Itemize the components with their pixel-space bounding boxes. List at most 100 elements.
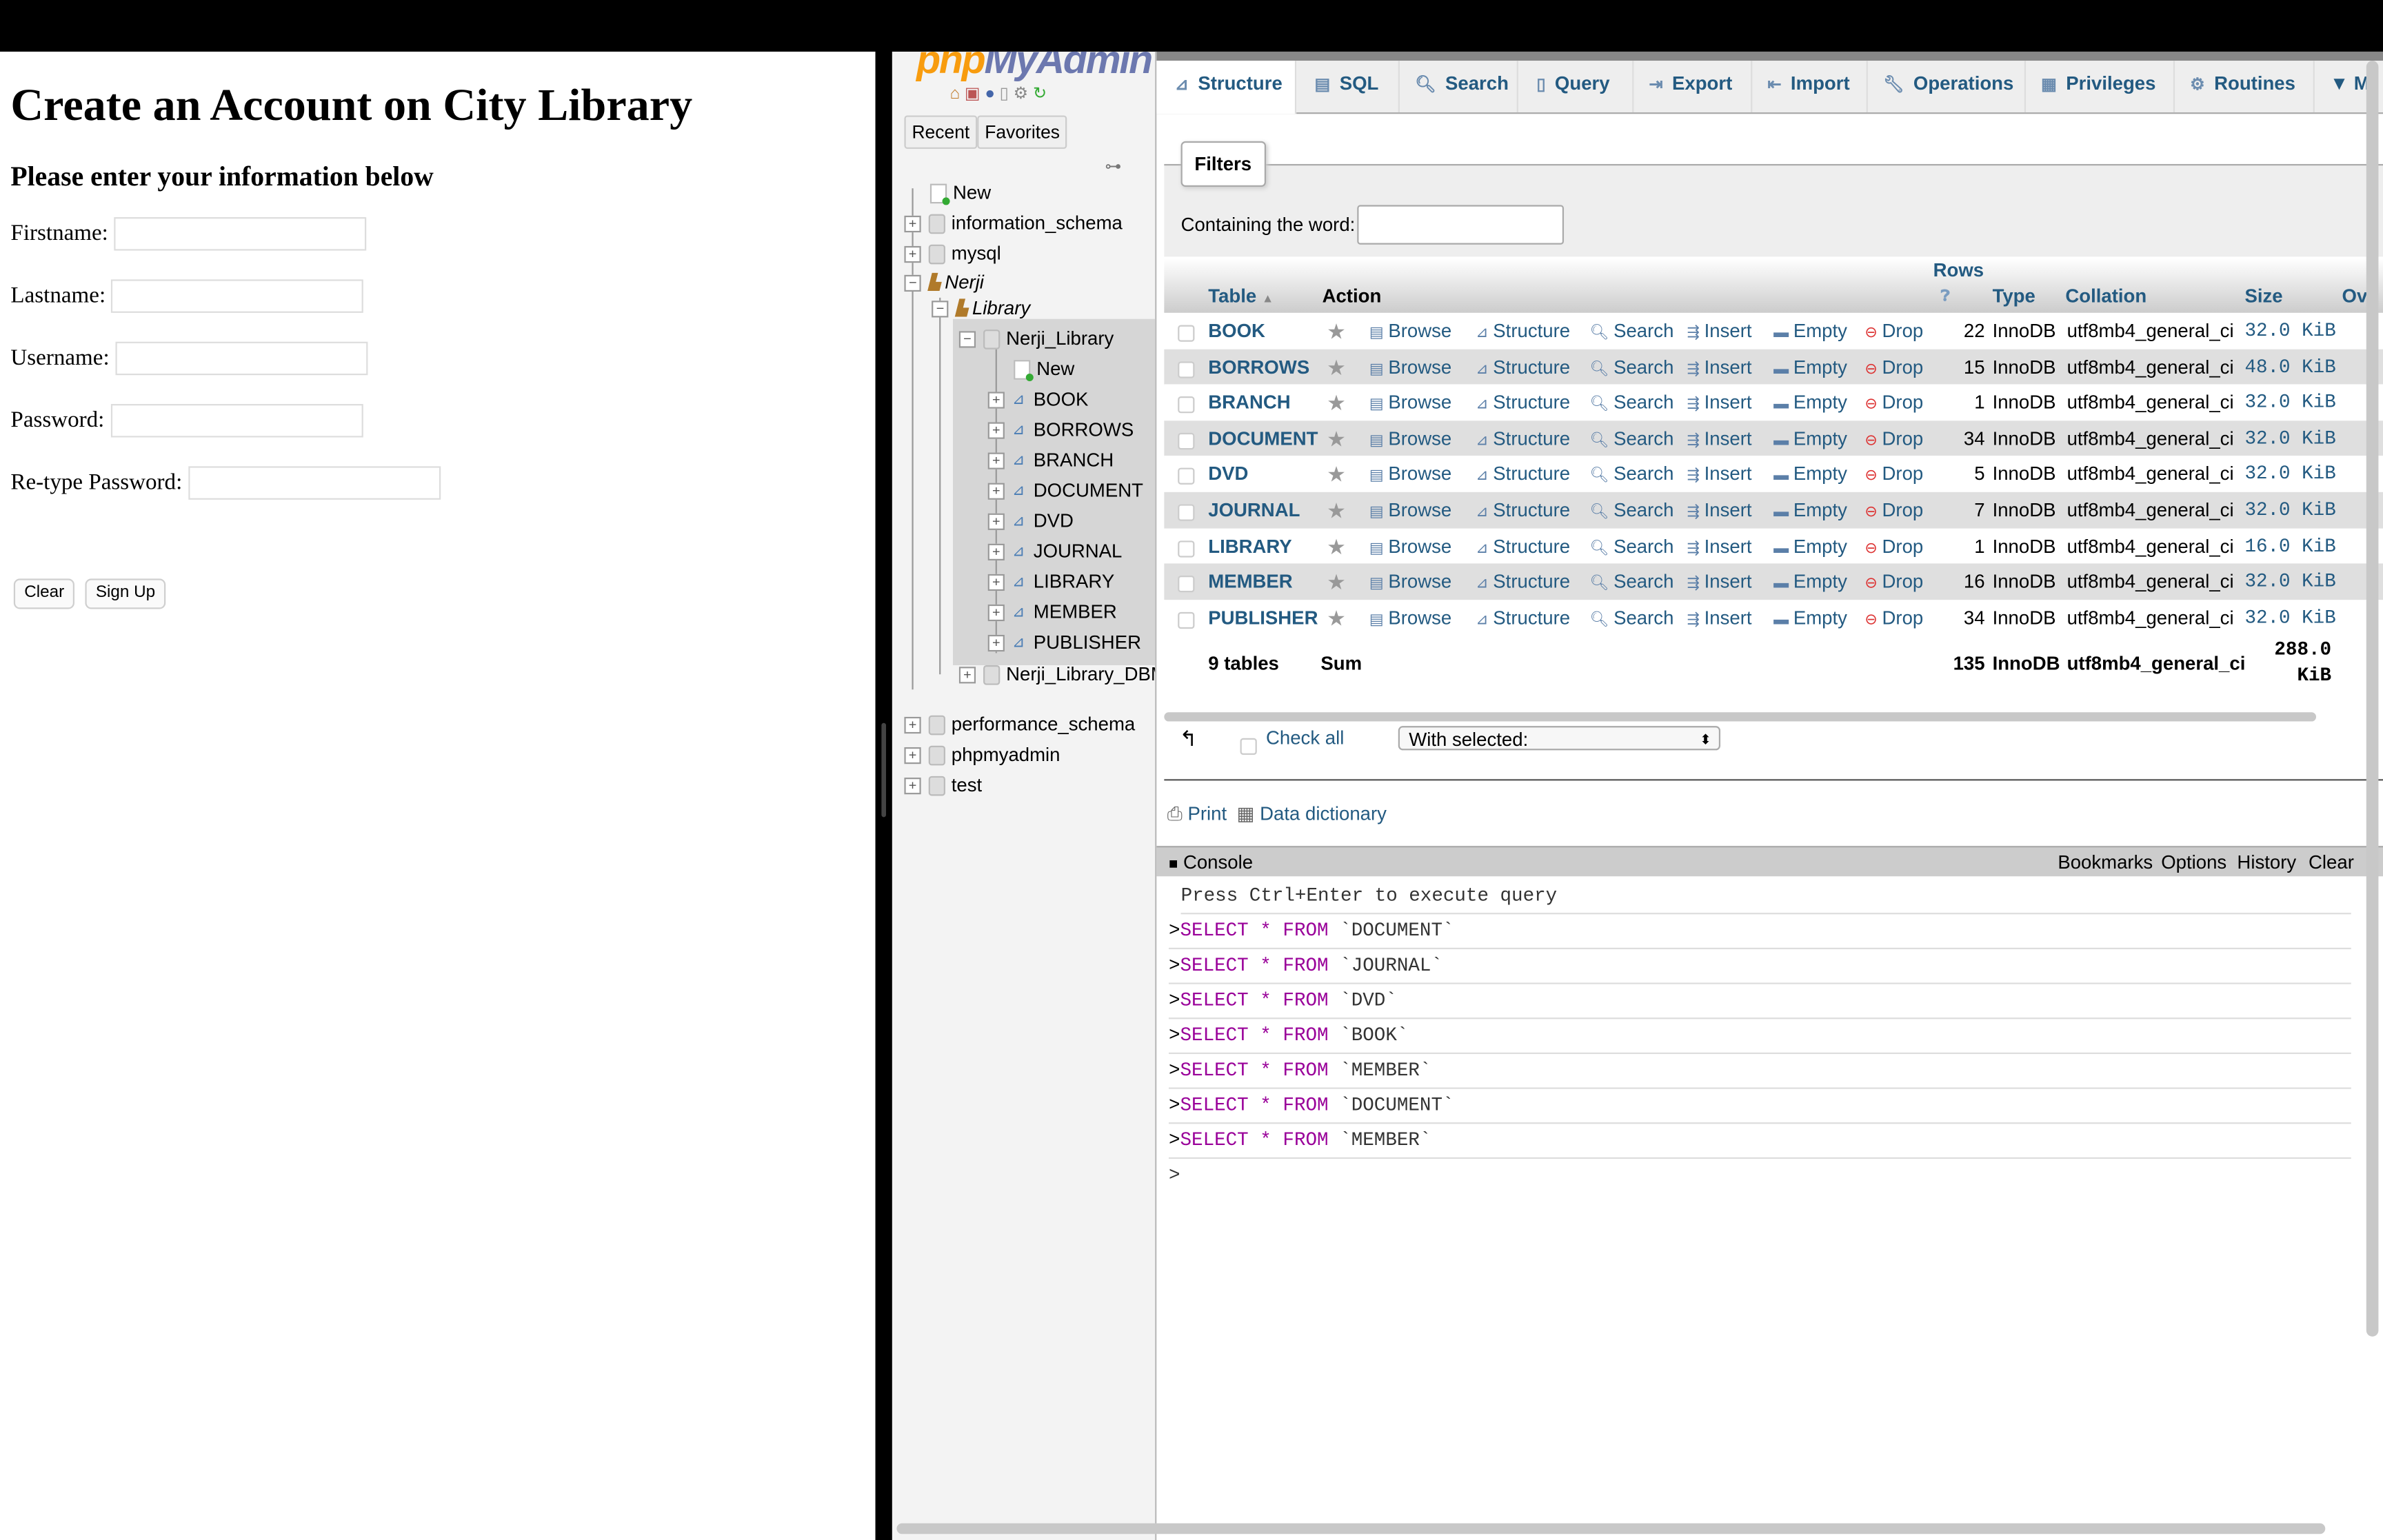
empty-action[interactable]: ▬ Empty xyxy=(1773,600,1847,636)
tree-item-nerji[interactable]: − ▙ Nerji xyxy=(904,269,984,297)
drop-action[interactable]: ⊖ Drop xyxy=(1864,421,1923,457)
structure-action[interactable]: ⊿ Structure xyxy=(1476,564,1570,600)
favorite-star-icon[interactable]: ★ xyxy=(1327,456,1346,493)
row-checkbox[interactable] xyxy=(1178,396,1195,414)
check-all-checkbox[interactable] xyxy=(1240,738,1257,755)
drop-action[interactable]: ⊖ Drop xyxy=(1864,313,1923,349)
expand-icon[interactable]: + xyxy=(987,605,1005,622)
table-size[interactable]: 32.0 KiB xyxy=(2244,385,2335,421)
divider-grip[interactable] xyxy=(881,722,886,818)
search-action[interactable]: 🔍︎ Search xyxy=(1589,528,1673,565)
settings-gear-icon[interactable]: ⚙ xyxy=(1014,85,1029,103)
table-name-link[interactable]: MEMBER xyxy=(1208,564,1292,600)
rows-info-icon[interactable]: ❓︎ xyxy=(1941,289,1950,305)
expand-icon[interactable]: + xyxy=(987,574,1005,591)
tree-item-table[interactable]: + ⊿ DOCUMENT xyxy=(987,477,1143,505)
insert-action[interactable]: ⇶ Insert xyxy=(1687,600,1752,636)
browse-action[interactable]: ▤ Browse xyxy=(1369,313,1451,349)
tree-item-table[interactable]: + ⊿ BOOK xyxy=(987,386,1088,414)
table-name-link[interactable]: JOURNAL xyxy=(1208,492,1300,529)
console-query[interactable]: >SELECT * FROM `DOCUMENT` xyxy=(1168,914,2351,950)
password-input[interactable] xyxy=(110,404,363,438)
browse-action[interactable]: ▤ Browse xyxy=(1369,456,1451,493)
tab-routines[interactable]: ⚙ Routines xyxy=(2175,61,2315,113)
console-query[interactable]: >SELECT * FROM `JOURNAL` xyxy=(1168,949,2351,984)
row-checkbox[interactable] xyxy=(1178,432,1195,449)
search-action[interactable]: 🔍︎ Search xyxy=(1589,600,1673,636)
recent-tab[interactable]: Recent xyxy=(904,115,978,149)
structure-action[interactable]: ⊿ Structure xyxy=(1476,313,1570,349)
table-name-link[interactable]: LIBRARY xyxy=(1208,528,1291,565)
tree-item-table[interactable]: + ⊿ PUBLISHER xyxy=(987,629,1141,656)
insert-action[interactable]: ⇶ Insert xyxy=(1687,421,1752,457)
expand-icon[interactable]: + xyxy=(904,246,921,263)
expand-icon[interactable]: + xyxy=(987,483,1005,500)
console-query[interactable]: >SELECT * FROM `MEMBER` xyxy=(1168,1054,2351,1089)
vertical-scrollbar[interactable] xyxy=(2366,61,2379,1337)
header-type[interactable]: Type xyxy=(1993,285,2035,307)
filter-input[interactable] xyxy=(1357,205,1565,245)
horizontal-scrollbar[interactable] xyxy=(1164,712,2317,722)
expand-icon[interactable]: + xyxy=(987,392,1005,409)
table-size[interactable]: 32.0 KiB xyxy=(2244,456,2335,493)
favorite-star-icon[interactable]: ★ xyxy=(1327,313,1346,349)
tree-item-information-schema[interactable]: + information_schema xyxy=(904,210,1123,237)
row-checkbox[interactable] xyxy=(1178,576,1195,593)
structure-action[interactable]: ⊿ Structure xyxy=(1476,349,1570,385)
browse-action[interactable]: ▤ Browse xyxy=(1369,349,1451,385)
expand-icon[interactable]: + xyxy=(904,717,921,734)
tab-import[interactable]: ⇤ Import xyxy=(1752,61,1868,113)
firstname-input[interactable] xyxy=(114,217,367,251)
favorites-tab[interactable]: Favorites xyxy=(977,115,1068,149)
table-name-link[interactable]: BOOK xyxy=(1208,313,1265,349)
tab-sql[interactable]: ▤ SQL xyxy=(1296,61,1400,113)
empty-action[interactable]: ▬ Empty xyxy=(1773,456,1847,493)
insert-action[interactable]: ⇶ Insert xyxy=(1687,528,1752,565)
tree-item-phpmyadmin[interactable]: + phpmyadmin xyxy=(904,741,1060,769)
username-input[interactable] xyxy=(115,341,368,376)
expand-icon[interactable]: + xyxy=(904,747,921,764)
insert-action[interactable]: ⇶ Insert xyxy=(1687,492,1752,529)
bottom-scrollbar[interactable] xyxy=(896,1523,2326,1534)
table-name-link[interactable]: BORROWS xyxy=(1208,349,1309,385)
search-action[interactable]: 🔍︎ Search xyxy=(1589,385,1673,421)
insert-action[interactable]: ⇶ Insert xyxy=(1687,385,1752,421)
retype-password-input[interactable] xyxy=(188,466,441,500)
header-collation[interactable]: Collation xyxy=(2065,285,2146,307)
tree-item-table[interactable]: + ⊿ BRANCH xyxy=(987,447,1114,474)
browse-action[interactable]: ▤ Browse xyxy=(1369,385,1451,421)
expand-icon[interactable]: + xyxy=(987,453,1005,470)
tree-item-nerji-library-dbm[interactable]: + Nerji_Library_DBM xyxy=(958,660,1155,688)
row-checkbox[interactable] xyxy=(1178,361,1195,378)
structure-action[interactable]: ⊿ Structure xyxy=(1476,528,1570,565)
header-overhead[interactable]: Ov xyxy=(2342,285,2368,307)
structure-action[interactable]: ⊿ Structure xyxy=(1476,492,1570,529)
empty-action[interactable]: ▬ Empty xyxy=(1773,313,1847,349)
docs-icon[interactable]: ▯ xyxy=(1000,85,1009,103)
expand-icon[interactable]: + xyxy=(904,778,921,795)
drop-action[interactable]: ⊖ Drop xyxy=(1864,492,1923,529)
tab-operations[interactable]: 🔧︎ Operations xyxy=(1868,61,2027,113)
browse-action[interactable]: ▤ Browse xyxy=(1369,564,1451,600)
table-size[interactable]: 32.0 KiB xyxy=(2244,313,2335,349)
insert-action[interactable]: ⇶ Insert xyxy=(1687,564,1752,600)
favorite-star-icon[interactable]: ★ xyxy=(1327,600,1346,636)
console-bar[interactable]: ■ Console Bookmarks Options History Clea… xyxy=(1156,846,2383,878)
console-options[interactable]: Options xyxy=(2161,847,2226,878)
lastname-input[interactable] xyxy=(111,279,364,313)
row-checkbox[interactable] xyxy=(1178,325,1195,342)
tab-export[interactable]: ⇥ Export xyxy=(1633,61,1753,113)
structure-action[interactable]: ⊿ Structure xyxy=(1476,600,1570,636)
tree-item-performance-schema[interactable]: + performance_schema xyxy=(904,711,1135,738)
drop-action[interactable]: ⊖ Drop xyxy=(1864,456,1923,493)
table-size[interactable]: 32.0 KiB xyxy=(2244,564,2335,600)
table-name-link[interactable]: PUBLISHER xyxy=(1208,600,1318,636)
empty-action[interactable]: ▬ Empty xyxy=(1773,385,1847,421)
row-checkbox[interactable] xyxy=(1178,540,1195,557)
table-size[interactable]: 32.0 KiB xyxy=(2244,492,2335,529)
console-clear[interactable]: Clear xyxy=(2309,847,2354,878)
row-checkbox[interactable] xyxy=(1178,504,1195,521)
empty-action[interactable]: ▬ Empty xyxy=(1773,528,1847,565)
expand-icon[interactable]: + xyxy=(987,544,1005,561)
favorite-star-icon[interactable]: ★ xyxy=(1327,385,1346,421)
